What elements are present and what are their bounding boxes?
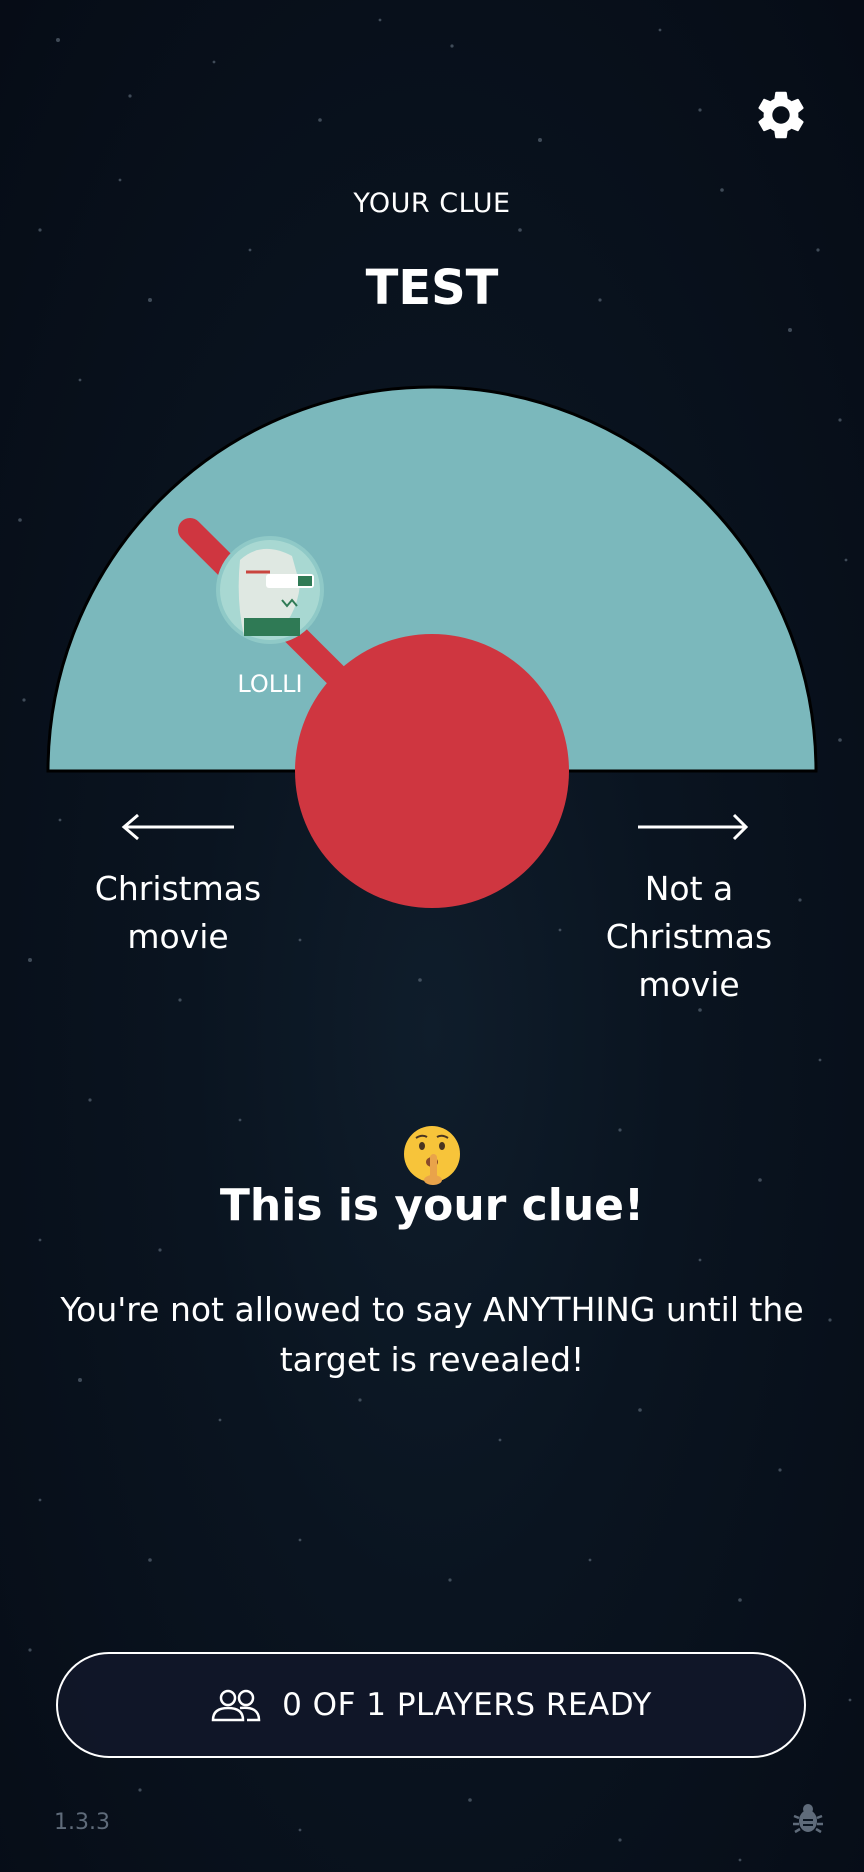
players-ready-label: 0 OF 1 PLAYERS READY [282, 1687, 652, 1723]
version-number: 1.3.3 [54, 1810, 110, 1835]
arrow-left-icon [121, 813, 234, 841]
players-icon [211, 1689, 261, 1722]
info-text: You're not allowed to say ANYTHING until… [60, 1290, 804, 1379]
players-ready-button[interactable]: 0 OF 1 PLAYERS READY [56, 1652, 806, 1758]
arrow-right-icon [638, 813, 749, 841]
left-scale-label: Christmas movie [94, 869, 262, 956]
right-scale-label: Not a Christmas movie [605, 869, 773, 1004]
shushing-face-icon [404, 1126, 460, 1185]
dial[interactable] [0, 0, 864, 1000]
bug-icon[interactable] [790, 1800, 826, 1836]
dial-knob [295, 634, 569, 908]
info-title: This is your clue! [219, 1180, 645, 1231]
player-name: LOLLI [237, 670, 303, 698]
player-avatar-icon [216, 536, 324, 644]
